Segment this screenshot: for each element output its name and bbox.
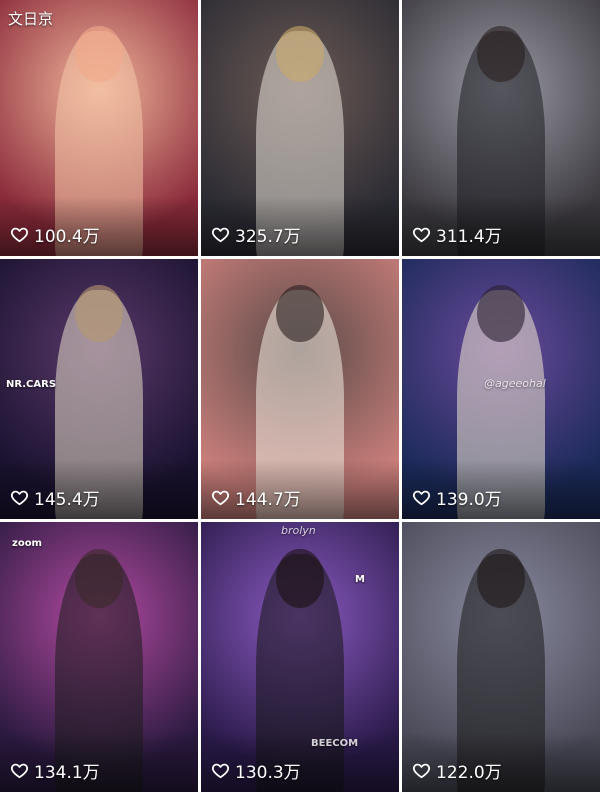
performer-head bbox=[276, 285, 324, 343]
heart-outline-icon bbox=[412, 490, 431, 506]
video-tile-1[interactable]: 文日京 100.4万 bbox=[0, 0, 198, 256]
performer-head bbox=[477, 25, 525, 82]
like-count: 311.4万 bbox=[412, 222, 502, 247]
video-tile-7[interactable]: zoom 134.1万 bbox=[0, 522, 198, 792]
heart-outline-icon bbox=[412, 227, 431, 243]
heart-outline-icon bbox=[10, 490, 29, 506]
performer-head bbox=[477, 549, 525, 609]
like-count-text: 122.0万 bbox=[436, 763, 502, 783]
stage-text: BEECOM bbox=[311, 738, 359, 749]
heart-outline-icon bbox=[10, 763, 29, 779]
like-count-text: 144.7万 bbox=[235, 490, 301, 510]
like-count: 134.1万 bbox=[10, 758, 100, 783]
video-tile-6[interactable]: @ageeohal 139.0万 bbox=[402, 259, 600, 519]
heart-outline-icon bbox=[10, 227, 29, 243]
video-tile-3[interactable]: 311.4万 bbox=[402, 0, 600, 256]
performer-head bbox=[477, 285, 525, 343]
video-tile-2[interactable]: 325.7万 bbox=[201, 0, 399, 256]
like-count: 122.0万 bbox=[412, 758, 502, 783]
like-count: 130.3万 bbox=[211, 758, 301, 783]
performer-head bbox=[75, 549, 123, 609]
performer-head bbox=[75, 285, 123, 343]
like-count-text: 145.4万 bbox=[34, 490, 100, 510]
like-count-text: 139.0万 bbox=[436, 490, 502, 510]
like-count-text: 325.7万 bbox=[235, 227, 301, 247]
like-count-text: 134.1万 bbox=[34, 763, 100, 783]
heart-outline-icon bbox=[211, 227, 230, 243]
performer-head bbox=[276, 25, 324, 82]
like-count-text: 311.4万 bbox=[436, 227, 502, 247]
like-count: 100.4万 bbox=[10, 222, 100, 247]
stage-text: brolyn bbox=[281, 524, 316, 537]
stage-text: NR.CARS bbox=[6, 379, 57, 390]
stage-text: @ageeohal bbox=[484, 377, 546, 390]
stage-text: zoom bbox=[12, 538, 42, 549]
like-count-text: 100.4万 bbox=[34, 227, 100, 247]
heart-outline-icon bbox=[211, 763, 230, 779]
like-count: 325.7万 bbox=[211, 222, 301, 247]
video-grid: 文日京 100.4万 325.7万 311.4万 NR.CARS 145.4万 … bbox=[0, 0, 600, 792]
stage-text: M bbox=[355, 574, 365, 585]
performer-head bbox=[276, 549, 324, 609]
like-count-text: 130.3万 bbox=[235, 763, 301, 783]
like-count: 144.7万 bbox=[211, 485, 301, 510]
heart-outline-icon bbox=[211, 490, 230, 506]
video-tile-8[interactable]: brolyn M BEECOM 130.3万 bbox=[201, 522, 399, 792]
like-count: 145.4万 bbox=[10, 485, 100, 510]
watermark-text: 文日京 bbox=[8, 10, 54, 28]
video-tile-5[interactable]: 144.7万 bbox=[201, 259, 399, 519]
heart-outline-icon bbox=[412, 763, 431, 779]
video-tile-4[interactable]: NR.CARS 145.4万 bbox=[0, 259, 198, 519]
video-tile-9[interactable]: 122.0万 bbox=[402, 522, 600, 792]
like-count: 139.0万 bbox=[412, 485, 502, 510]
performer-head bbox=[75, 25, 123, 82]
